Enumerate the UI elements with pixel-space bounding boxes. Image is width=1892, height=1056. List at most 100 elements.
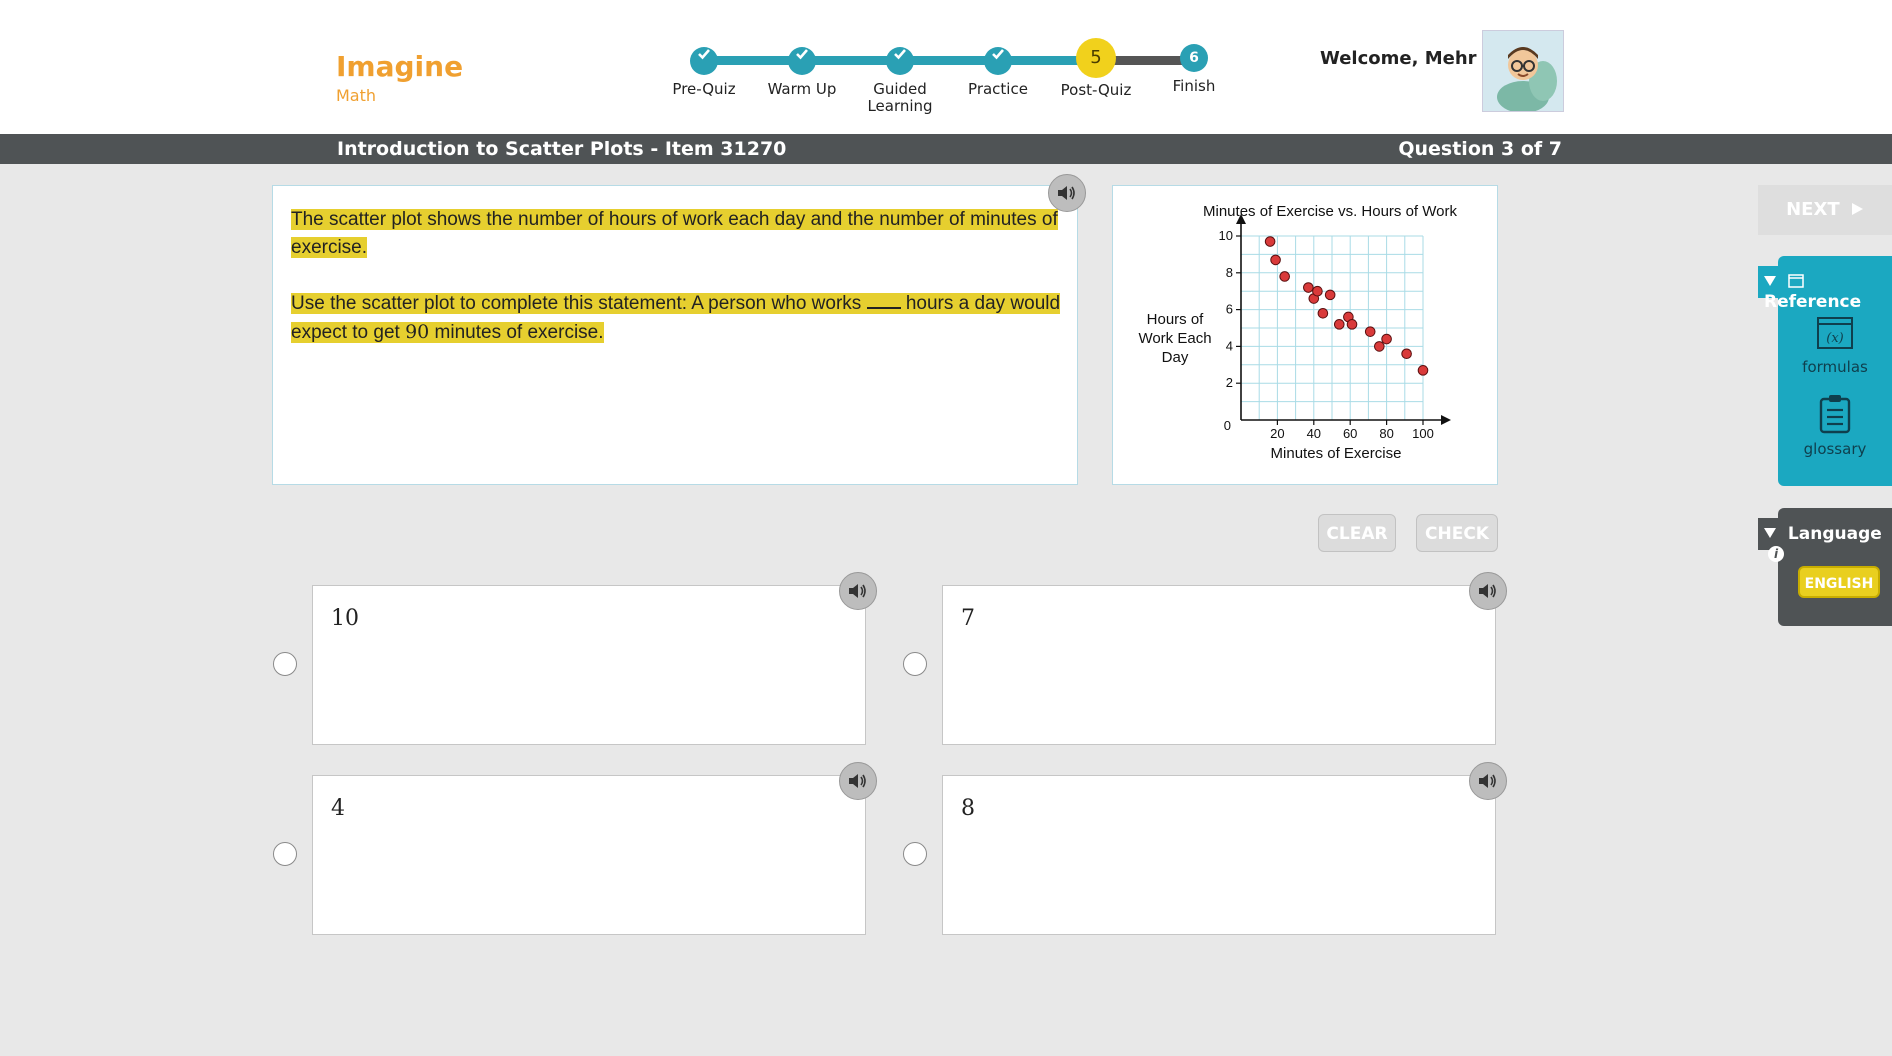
title-bar: Introduction to Scatter Plots - Item 312… [0,134,1892,164]
speaker-icon [1479,774,1496,788]
step-post-quiz: 5 Post-Quiz [1046,38,1146,99]
formula-icon: (x) [1817,317,1853,349]
language-toggle[interactable]: Languagei [1764,524,1892,564]
step-number: 6 [1180,44,1208,72]
prompt-audio-button[interactable] [1048,174,1086,212]
choice-2-audio-button[interactable] [1469,572,1507,610]
y-axis-label: Work Each [1138,330,1211,347]
scatter-point [1374,341,1385,352]
scatter-point [1312,285,1323,297]
check-icon [690,47,718,75]
progress-steps: Pre-Quiz Warm Up Guided Learning Practic… [660,38,1220,120]
step-practice: Practice [948,40,1048,98]
choice-value: 7 [961,606,975,631]
avatar-icon [1483,31,1563,111]
triangle-down-icon [1764,528,1776,538]
check-icon [788,47,816,75]
logo-sub: Math [336,86,377,105]
x-tick-label: 60 [1343,426,1357,441]
y-axis-label: Hours of [1147,311,1205,328]
prompt-text-before: Use the scatter plot to complete this st… [291,293,862,314]
scatter-point [1264,236,1276,247]
y-tick-label: 6 [1226,302,1233,317]
prompt-text-after: minutes of exercise. [434,322,604,343]
step-warm-up: Warm Up [752,40,852,98]
glossary-button[interactable]: glossary [1778,394,1892,458]
triangle-down-icon [1764,276,1776,286]
step-label: Finish [1172,77,1216,95]
x-tick-label: 100 [1412,426,1434,441]
step-pre-quiz: Pre-Quiz [654,40,754,98]
choice-radio-2[interactable] [903,652,927,676]
check-icon [984,47,1012,75]
check-button[interactable]: CHECK [1416,514,1498,552]
choice-3-audio-button[interactable] [839,762,877,800]
y-tick-label: 2 [1226,375,1233,390]
step-label: Warm Up [767,80,837,98]
lesson-title: Introduction to Scatter Plots - Item 312… [337,138,787,160]
choice-box-2[interactable]: 7 [942,585,1496,745]
choice-value: 8 [961,796,975,821]
step-guided-learning: Guided Learning [860,40,940,115]
language-label: Language [1787,524,1882,544]
step-number-current: 5 [1076,38,1116,78]
x-axis-arrow [1441,415,1451,425]
scatter-plot-panel: 20 40 60 80 100 2 4 6 8 10 0 Minutes of Exercise vs… [1112,185,1498,485]
user-menu[interactable]: Welcome, Mehr [1320,48,1503,69]
scatter-point [1270,254,1281,266]
step-label: Guided Learning [867,80,933,115]
speaker-icon [1479,584,1496,598]
choice-value: 4 [331,796,345,821]
clear-button[interactable]: CLEAR [1318,514,1396,552]
step-label: Practice [968,80,1028,98]
x-tick-label: 40 [1307,426,1321,441]
avatar[interactable] [1482,30,1564,112]
info-icon[interactable]: i [1768,546,1784,562]
english-language-button[interactable]: ENGLISH [1798,566,1880,598]
choice-radio-1[interactable] [273,652,297,676]
y-tick-label: 8 [1226,265,1233,280]
calculator-icon [1788,274,1804,288]
question-counter: Question 3 of 7 [1398,138,1562,160]
scatter-point [1333,319,1345,330]
choice-box-3[interactable]: 4 [312,775,866,935]
choice-value: 10 [331,606,359,631]
prompt-value: 90 [405,321,430,343]
choice-radio-4[interactable] [903,842,927,866]
header: Imagine Math Pre-Quiz Warm Up Guided Lea… [0,0,1892,134]
svg-text:(x): (x) [1826,331,1843,346]
clipboard-icon [1819,395,1851,434]
check-icon [886,47,914,75]
scatter-point [1417,365,1429,376]
scatter-point [1401,348,1412,360]
glossary-label: glossary [1803,440,1867,458]
next-button[interactable]: NEXT [1758,185,1892,235]
reference-toggle[interactable]: Reference [1764,272,1892,312]
speaker-icon [849,774,866,788]
choice-4-audio-button[interactable] [1469,762,1507,800]
formulas-label: formulas [1802,358,1868,376]
step-finish: 6 Finish [1144,40,1244,95]
scatter-point [1364,326,1376,337]
reference-label: Reference [1764,292,1862,312]
choice-box-1[interactable]: 10 [312,585,866,745]
scatter-plot: 20 40 60 80 1002468100Minutes of Exercise vs… [1138,203,1457,462]
speaker-icon [849,584,866,598]
speaker-icon [1058,186,1075,200]
scatter-point [1317,307,1329,319]
step-label: Post-Quiz [1060,81,1132,99]
y-tick-label: 4 [1226,338,1233,353]
scatter-point [1303,282,1314,293]
choice-box-4[interactable]: 8 [942,775,1496,935]
origin-label: 0 [1224,418,1231,433]
formulas-button[interactable]: (x) formulas [1778,316,1892,376]
step-label: Pre-Quiz [672,80,736,98]
choice-radio-3[interactable] [273,842,297,866]
welcome-text: Welcome, Mehr [1320,48,1477,69]
x-axis-label: Minutes of Exercise [1271,445,1402,462]
choice-1-audio-button[interactable] [839,572,877,610]
play-arrow-icon [1851,203,1863,215]
answer-blank [866,293,901,309]
y-axis-label: Day [1162,349,1189,366]
scatter-point [1324,289,1336,301]
